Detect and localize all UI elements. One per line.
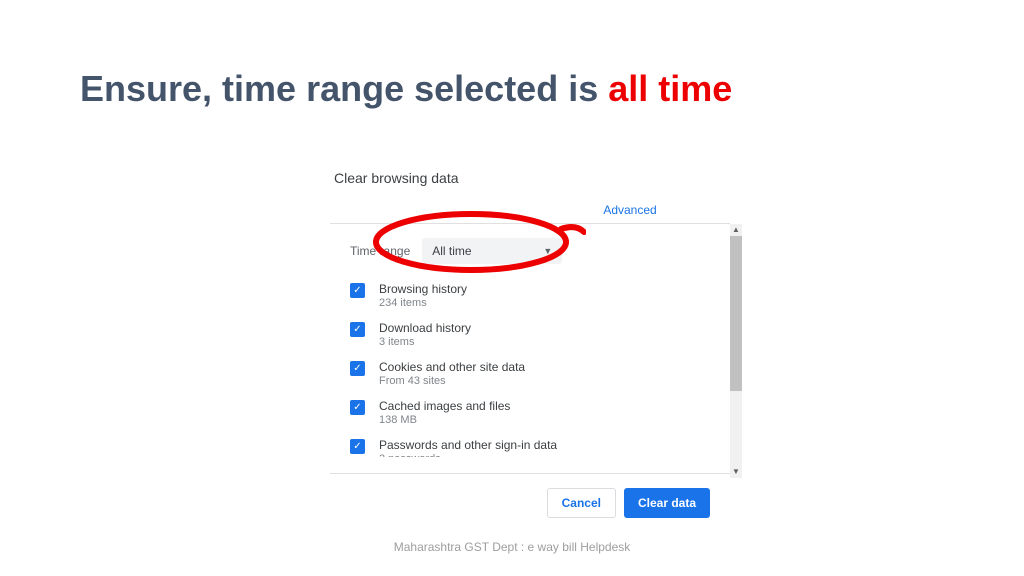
item-text: Passwords and other sign-in data 3 passw… [379, 438, 557, 457]
clear-browsing-data-dialog: Clear browsing data Basic Advanced Time … [330, 160, 730, 518]
check-icon: ✓ [353, 286, 361, 296]
list-item: ✓ Cookies and other site data From 43 si… [350, 360, 710, 387]
item-title: Passwords and other sign-in data [379, 438, 557, 452]
check-icon: ✓ [353, 364, 361, 374]
checkbox-passwords[interactable]: ✓ [350, 439, 365, 454]
time-range-row: Time range All time ▼ [350, 238, 710, 264]
item-text: Cookies and other site data From 43 site… [379, 360, 525, 387]
clear-data-button[interactable]: Clear data [624, 488, 710, 518]
checkbox-cached[interactable]: ✓ [350, 400, 365, 415]
list-item: ✓ Browsing history 234 items [350, 282, 710, 309]
item-text: Download history 3 items [379, 321, 471, 348]
checkbox-cookies[interactable]: ✓ [350, 361, 365, 376]
time-range-select[interactable]: All time ▼ [422, 238, 562, 264]
item-title: Download history [379, 321, 471, 335]
item-text: Browsing history 234 items [379, 282, 467, 309]
check-icon: ✓ [353, 403, 361, 413]
time-range-label: Time range [350, 244, 410, 258]
scrollbar[interactable]: ▲ ▼ [730, 224, 742, 478]
list-item: ✓ Passwords and other sign-in data 3 pas… [350, 438, 710, 457]
title-highlight: all time [608, 68, 732, 109]
tab-advanced[interactable]: Advanced [530, 196, 730, 223]
scroll-thumb[interactable] [730, 236, 742, 391]
item-title: Browsing history [379, 282, 467, 296]
item-sub: 3 passwords [379, 453, 557, 457]
slide-title: Ensure, time range selected is all time [80, 68, 732, 110]
item-title: Cookies and other site data [379, 360, 525, 374]
list-item: ✓ Cached images and files 138 MB [350, 399, 710, 426]
dialog-tabs: Basic Advanced [330, 196, 730, 224]
dialog-footer: Cancel Clear data [330, 473, 730, 518]
checkbox-browsing-history[interactable]: ✓ [350, 283, 365, 298]
slide-footer-text: Maharashtra GST Dept : e way bill Helpde… [0, 540, 1024, 554]
item-text: Cached images and files 138 MB [379, 399, 510, 426]
check-icon: ✓ [353, 442, 361, 452]
item-sub: 234 items [379, 297, 467, 309]
title-prefix: Ensure, time range selected is [80, 68, 608, 109]
item-sub: From 43 sites [379, 375, 525, 387]
scroll-up-icon[interactable]: ▲ [730, 224, 742, 236]
chevron-down-icon: ▼ [543, 246, 552, 256]
item-sub: 138 MB [379, 414, 510, 426]
data-type-list: ✓ Browsing history 234 items ✓ Download … [350, 282, 710, 457]
scroll-down-icon[interactable]: ▼ [730, 466, 742, 478]
dialog-title: Clear browsing data [330, 160, 730, 196]
time-range-value: All time [432, 244, 471, 258]
list-item: ✓ Download history 3 items [350, 321, 710, 348]
check-icon: ✓ [353, 325, 361, 335]
dialog-content: Time range All time ▼ ✓ Browsing history… [330, 224, 730, 465]
item-sub: 3 items [379, 336, 471, 348]
checkbox-download-history[interactable]: ✓ [350, 322, 365, 337]
item-title: Cached images and files [379, 399, 510, 413]
cancel-button[interactable]: Cancel [547, 488, 616, 518]
